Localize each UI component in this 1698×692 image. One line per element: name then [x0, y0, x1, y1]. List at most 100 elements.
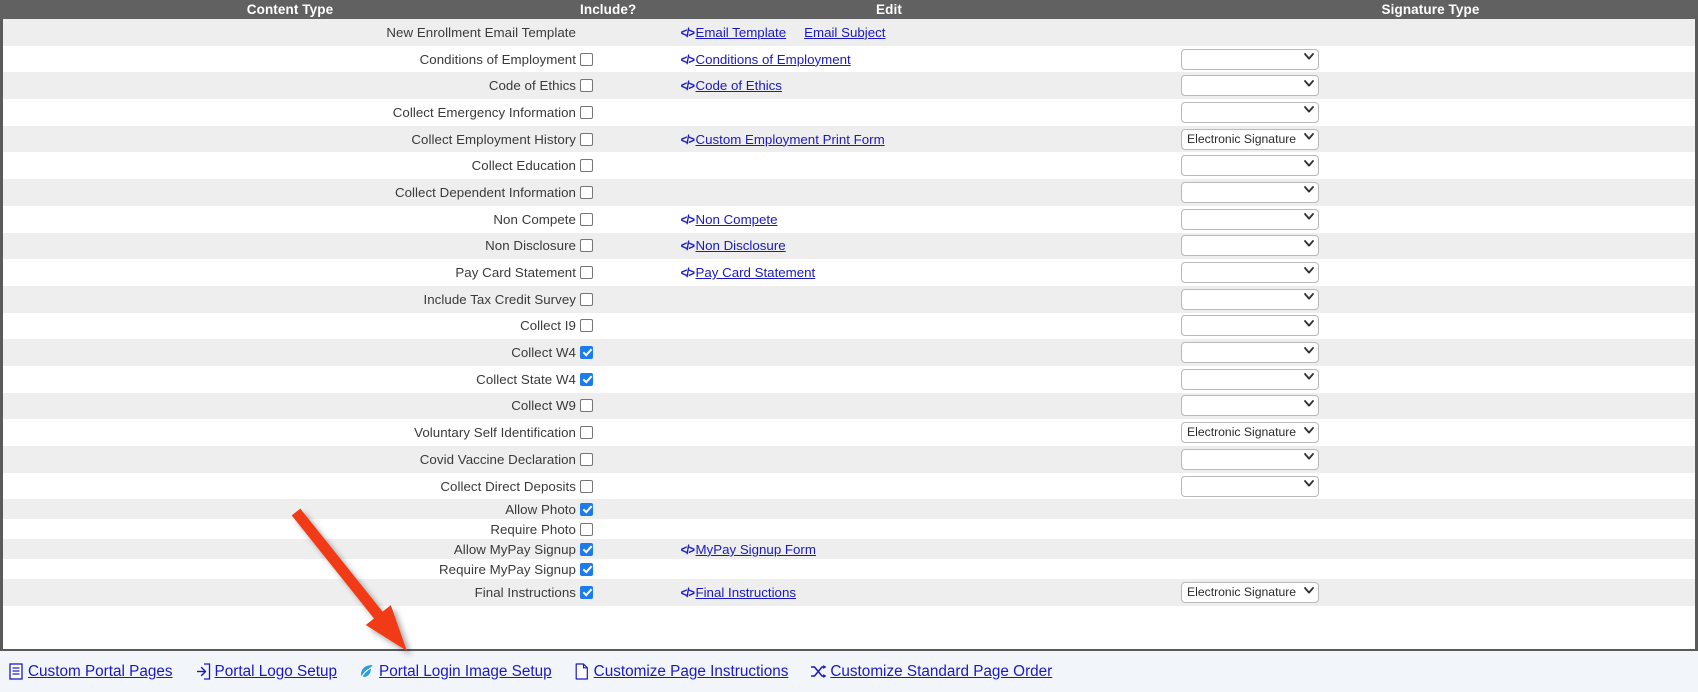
edit-link[interactable]: Conditions of Employment: [695, 52, 850, 67]
footer-link[interactable]: Customize Page Instructions: [594, 663, 789, 681]
footer-link-item[interactable]: Portal Logo Setup: [195, 663, 337, 681]
signature-type-cell: Electronic Signature: [1163, 472, 1698, 500]
signature-type-select[interactable]: Electronic Signature: [1181, 48, 1319, 70]
include-checkbox[interactable]: [580, 502, 593, 516]
signature-type-select[interactable]: Electronic Signature: [1181, 288, 1319, 310]
signature-type-select[interactable]: Electronic Signature: [1181, 342, 1319, 364]
row-label: Covid Vaccine Declaration: [0, 446, 580, 473]
footer-link-item[interactable]: Customize Standard Page Order: [810, 663, 1052, 681]
edit-link[interactable]: Non Disclosure: [695, 238, 785, 253]
edit-link[interactable]: Code of Ethics: [695, 78, 781, 93]
signature-type-cell: Electronic Signature: [1163, 419, 1698, 446]
include-checkbox[interactable]: [580, 105, 593, 119]
signature-type-select[interactable]: Electronic Signature: [1181, 155, 1319, 177]
signature-type-select[interactable]: Electronic Signature: [1181, 475, 1319, 497]
signature-type-select[interactable]: Electronic Signature: [1181, 262, 1319, 284]
edit-cell: [615, 99, 1163, 126]
footer-link-item[interactable]: Portal Login Image Setup: [359, 663, 552, 681]
edit-link[interactable]: Non Compete: [695, 212, 777, 227]
signature-type-cell: Electronic Signature: [1163, 205, 1698, 233]
include-checkbox[interactable]: [580, 132, 593, 146]
footer-link[interactable]: Portal Logo Setup: [215, 663, 337, 681]
signature-type-select[interactable]: Electronic Signature: [1181, 208, 1319, 230]
row-label: Require MyPay Signup: [0, 559, 580, 580]
code-brackets-icon: </>: [680, 79, 695, 94]
table-row: Collect W9 Electronic Signature: [0, 392, 1698, 420]
signature-type-select[interactable]: Electronic Signature: [1181, 422, 1319, 444]
include-checkbox[interactable]: [580, 292, 593, 306]
signature-type-select[interactable]: Electronic Signature: [1181, 448, 1319, 470]
edit-cell: </> MyPay Signup Form: [615, 539, 1163, 560]
footer-link-item[interactable]: Customize Page Instructions: [574, 663, 789, 681]
code-brackets-icon: </>: [680, 586, 695, 601]
include-cell: [580, 125, 615, 153]
signature-type-cell: Electronic Signature: [1163, 259, 1698, 286]
include-cell: [580, 339, 615, 366]
edit-link[interactable]: Custom Employment Print Form: [695, 132, 884, 147]
include-checkbox[interactable]: [580, 319, 593, 333]
include-checkbox[interactable]: [580, 479, 593, 493]
include-checkbox[interactable]: [580, 522, 593, 536]
footer-link[interactable]: Portal Login Image Setup: [379, 663, 552, 681]
row-label: Require Photo: [0, 519, 580, 540]
include-checkbox[interactable]: [580, 266, 593, 280]
include-cell: [580, 499, 615, 520]
include-cell: [580, 152, 615, 180]
include-checkbox[interactable]: [580, 426, 593, 440]
signature-select-wrap: Electronic Signature: [1181, 395, 1319, 417]
signature-type-select[interactable]: Electronic Signature: [1181, 315, 1319, 337]
signature-type-select[interactable]: Electronic Signature: [1181, 128, 1319, 150]
edit-link[interactable]: Email Template: [695, 25, 786, 40]
include-checkbox[interactable]: [580, 239, 593, 253]
code-brackets-icon: </>: [680, 266, 695, 281]
include-cell: [580, 446, 615, 473]
signature-select-wrap: Electronic Signature: [1181, 288, 1319, 310]
row-label: Collect Employment History: [0, 125, 580, 153]
include-checkbox[interactable]: [580, 399, 593, 413]
edit-link[interactable]: Final Instructions: [695, 585, 796, 600]
signature-type-select[interactable]: Electronic Signature: [1181, 101, 1319, 123]
include-checkbox[interactable]: [580, 159, 593, 173]
include-checkbox[interactable]: [580, 372, 593, 386]
signature-type-select[interactable]: Electronic Signature: [1181, 582, 1319, 604]
edit-cell-inner: </> Final Instructions: [615, 585, 796, 600]
table-row: Collect State W4 Electronic Signature: [0, 365, 1698, 393]
include-checkbox[interactable]: [580, 562, 593, 576]
include-checkbox[interactable]: [580, 452, 593, 466]
image-swirl-icon: [359, 663, 376, 681]
footer-toolbar: Custom Portal Pages Portal Logo Setup Port…: [0, 649, 1698, 692]
signature-type-select[interactable]: Electronic Signature: [1181, 235, 1319, 257]
table-row: New Enrollment Email Template </> Email Te…: [0, 19, 1698, 46]
include-checkbox[interactable]: [580, 586, 593, 600]
edit-link[interactable]: Email Subject: [804, 25, 885, 40]
signature-type-select[interactable]: Electronic Signature: [1181, 181, 1319, 203]
table-row: Non Compete</>Non CompeteElectronic Sign…: [0, 205, 1698, 233]
footer-link[interactable]: Custom Portal Pages: [28, 663, 173, 681]
include-checkbox[interactable]: [580, 346, 593, 360]
include-checkbox[interactable]: [580, 212, 593, 226]
row-label: Final Instructions: [0, 579, 580, 607]
signature-type-select[interactable]: Electronic Signature: [1181, 368, 1319, 390]
footer-link-item[interactable]: Custom Portal Pages: [8, 663, 173, 681]
edit-link[interactable]: MyPay Signup Form: [695, 542, 815, 557]
include-checkbox[interactable]: [580, 542, 593, 556]
signature-type-select[interactable]: Electronic Signature: [1181, 75, 1319, 97]
edit-cell: </> Custom Employment Print Form: [615, 125, 1163, 153]
signature-type-select[interactable]: Electronic Signature: [1181, 395, 1319, 417]
code-brackets-icon: </>: [680, 239, 695, 254]
code-brackets-icon: </>: [680, 132, 695, 147]
signature-select-wrap: Electronic Signature: [1181, 155, 1319, 177]
row-label: Collect Emergency Information: [0, 99, 580, 126]
footer-link[interactable]: Customize Standard Page Order: [830, 663, 1052, 681]
include-checkbox[interactable]: [580, 52, 593, 66]
signature-select-wrap: Electronic Signature: [1181, 475, 1319, 497]
include-cell: [580, 419, 615, 446]
edit-link[interactable]: Pay Card Statement: [695, 265, 815, 280]
row-label: Collect W4: [0, 339, 580, 366]
table-row: Allow MyPay Signup </> MyPay Signup Form: [0, 539, 1698, 560]
content-type-table: Content Type Include? Edit Signature Typ…: [0, 0, 1698, 607]
row-label: Include Tax Credit Survey: [0, 285, 580, 313]
include-checkbox[interactable]: [580, 79, 593, 93]
signature-select-wrap: Electronic Signature: [1181, 448, 1319, 470]
include-checkbox[interactable]: [580, 185, 593, 199]
